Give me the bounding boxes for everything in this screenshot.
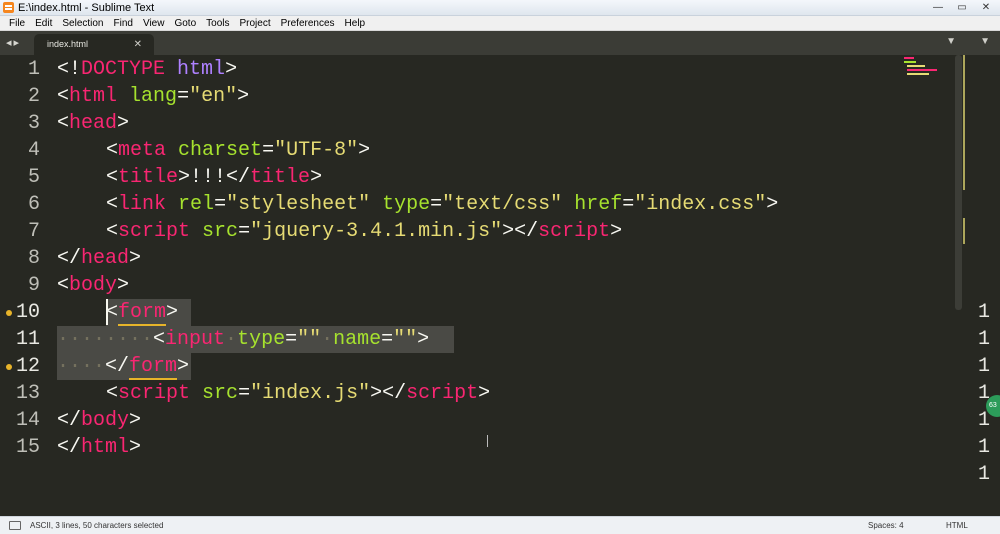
line-number: 15 — [15, 436, 40, 459]
line-number: 8 — [27, 247, 40, 270]
line-number: 3 — [27, 112, 40, 135]
panel-toggle-icon[interactable] — [9, 521, 21, 530]
line-number: 7 — [27, 220, 40, 243]
line-number: 10 — [15, 301, 40, 324]
tab-bar: ◂▸ index.html ✕ ▼ ▼ — [0, 31, 1000, 55]
status-selection-info: ASCII, 3 lines, 50 characters selected — [30, 521, 164, 530]
tab-index-html[interactable]: index.html ✕ — [34, 34, 154, 55]
right-column-number: 1 — [978, 328, 991, 351]
tab-close-icon[interactable]: ✕ — [134, 34, 142, 55]
syntax-selector[interactable]: HTML — [946, 517, 968, 534]
right-column-number: 1 — [978, 463, 991, 486]
vertical-scrollbar[interactable] — [955, 55, 962, 310]
code-line-11: ········<input·type=""·name=""> — [57, 328, 430, 351]
editor-pane[interactable]: 1 2 3 4 5 6 7 8 9 10 11 12 13 14 15 <!DO… — [0, 55, 1000, 516]
menu-view[interactable]: View — [138, 16, 170, 30]
code-line-14: </body> — [57, 409, 142, 432]
line-number: 4 — [27, 139, 40, 162]
code-line-13: <script src="index.js"></script> — [106, 382, 491, 405]
menu-file[interactable]: File — [4, 16, 30, 30]
line-number: 5 — [27, 166, 40, 189]
minimap[interactable] — [904, 55, 944, 85]
maximize-button[interactable]: ▭ — [954, 1, 970, 14]
minimap-line — [907, 65, 925, 67]
line-number: 12 — [15, 355, 40, 378]
menu-help[interactable]: Help — [340, 16, 371, 30]
code-line-12: ····</form> — [57, 355, 190, 380]
right-column-number: 1 — [978, 436, 991, 459]
close-button[interactable]: ✕ — [978, 1, 994, 14]
tab-dropdown-icon[interactable]: ▼ — [946, 36, 956, 47]
minimap-line — [904, 57, 914, 59]
window-title: E:\index.html - Sublime Text — [18, 2, 155, 14]
line-number: 11 — [15, 328, 40, 351]
menu-project[interactable]: Project — [235, 16, 276, 30]
menu-find[interactable]: Find — [109, 16, 138, 30]
indentation-selector[interactable]: Spaces: 4 — [868, 517, 904, 534]
code-line-5: <title>!!!</title> — [106, 166, 323, 189]
code-line-15: </html> — [57, 436, 142, 459]
menu-selection[interactable]: Selection — [57, 16, 108, 30]
text-cursor — [106, 299, 108, 325]
line-number: 6 — [27, 193, 40, 216]
line-number: 2 — [27, 85, 40, 108]
tab-label: index.html — [47, 39, 89, 49]
minimap-line — [907, 73, 929, 75]
tab-nav-arrows-icon[interactable]: ◂▸ — [6, 36, 21, 49]
right-column-number: 1 — [978, 355, 991, 378]
sublime-app-icon — [3, 2, 14, 13]
code-line-9: <body> — [57, 274, 130, 297]
code-line-8: </head> — [57, 247, 142, 270]
code-line-3: <head> — [57, 112, 130, 135]
menu-bar: File Edit Selection Find View Goto Tools… — [0, 16, 1000, 31]
line-number-gutter: 1 2 3 4 5 6 7 8 9 10 11 12 13 14 15 — [0, 55, 50, 516]
menu-edit[interactable]: Edit — [30, 16, 57, 30]
mouse-ibeam-icon — [487, 435, 492, 447]
code-line-2: <html lang="en"> — [57, 85, 250, 108]
line-number: 14 — [15, 409, 40, 432]
code-line-1: <!DOCTYPE html> — [57, 58, 238, 81]
title-bar: E:\index.html - Sublime Text — ▭ ✕ — [0, 0, 1000, 16]
scroll-marker — [963, 218, 965, 244]
right-column-number: 1 — [978, 301, 991, 324]
tab-overflow-icon[interactable]: ▼ — [980, 36, 990, 47]
code-line-10: <form> — [106, 301, 179, 326]
code-line-6: <link rel="stylesheet" type="text/css" h… — [106, 193, 779, 216]
code-line-7: <script src="jquery-3.4.1.min.js"></scri… — [106, 220, 623, 243]
line-number: 13 — [15, 382, 40, 405]
minimap-line — [904, 61, 916, 63]
code-line-4: <meta charset="UTF-8"> — [106, 139, 371, 162]
minimize-button[interactable]: — — [930, 1, 946, 14]
code-area[interactable]: <!DOCTYPE html> <html lang="en"> <head> … — [57, 55, 947, 516]
menu-goto[interactable]: Goto — [169, 16, 201, 30]
status-bar: ASCII, 3 lines, 50 characters selected S… — [0, 516, 1000, 534]
line-number: 9 — [27, 274, 40, 297]
window-controls: — ▭ ✕ — [930, 1, 994, 15]
menu-preferences[interactable]: Preferences — [276, 16, 340, 30]
minimap-line — [907, 69, 937, 71]
scroll-marker — [963, 55, 965, 190]
line-number: 1 — [27, 58, 40, 81]
menu-tools[interactable]: Tools — [201, 16, 234, 30]
